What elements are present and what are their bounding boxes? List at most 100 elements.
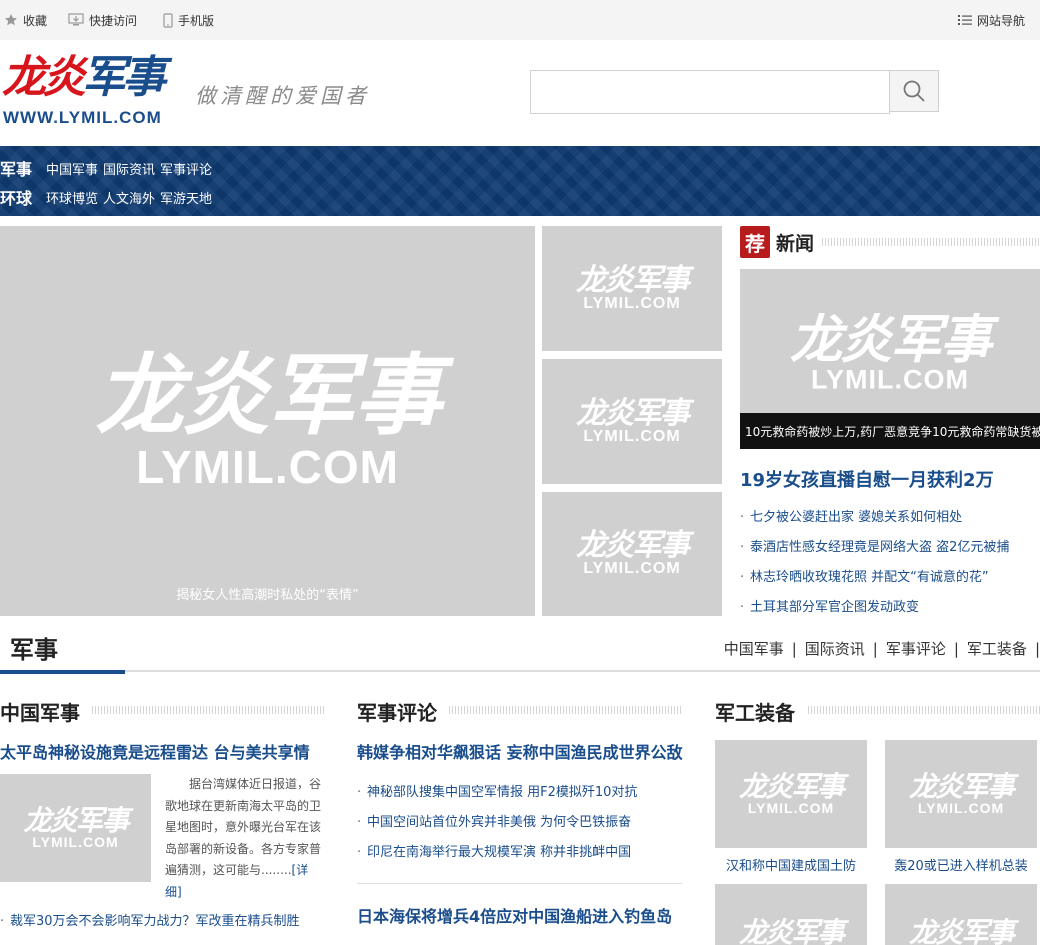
category-nav: 军事 中国军事 国际资讯 军事评论 环球 环球博览 人文海外 军游天地 — [0, 146, 1040, 216]
equipment-image[interactable]: 龙炎军事 — [885, 884, 1037, 945]
title-dotted-line — [808, 706, 1040, 714]
watermark: 龙炎军事 LYMIL.COM — [885, 770, 1037, 816]
equipment-caption[interactable]: 轰20或已进入样机总装 — [885, 855, 1037, 874]
section-link[interactable]: 军工装备 — [967, 640, 1027, 658]
section-accent — [0, 670, 125, 674]
recommend-badge: 荐 — [740, 226, 770, 258]
nav-link[interactable]: 中国军事 — [46, 159, 98, 178]
col2-headline-2[interactable]: 日本海保将增兵4倍应对中国渔船进入钓鱼岛 — [357, 903, 672, 927]
separator: | — [791, 640, 797, 658]
search-input[interactable] — [530, 70, 890, 114]
nav-link[interactable]: 国际资讯 — [103, 159, 155, 178]
star-icon — [5, 14, 17, 26]
news-image[interactable]: 龙炎军事 LYMIL.COM 10元救命药被炒上万,药厂恶意竞争10元救命药常缺货… — [740, 269, 1040, 449]
section-link[interactable]: 国际资讯 — [805, 640, 865, 658]
news-item[interactable]: 土耳其部分军官企图发动政变 — [740, 596, 919, 615]
nav-link[interactable]: 军事评论 — [160, 159, 212, 178]
watermark-en: LYMIL.COM — [583, 427, 681, 445]
watermark-en: LYMIL.COM — [747, 800, 835, 816]
news-item[interactable]: 七夕被公婆赶出家 婆媳关系如何相处 — [740, 506, 962, 525]
title-dotted-line — [449, 706, 682, 714]
news-headline[interactable]: 19岁女孩直播自慰一月获利2万 — [740, 466, 994, 492]
watermark: 龙炎军事 LYMIL.COM — [715, 770, 867, 816]
feature-image[interactable]: 龙炎军事 LYMIL.COM 揭秘女人性高潮时私处的“表情” — [0, 226, 535, 616]
col-title-equipment: 军工装备 — [715, 701, 795, 725]
col-title-china-military: 中国军事 — [0, 701, 80, 725]
slogan: 做清醒的爱国者 — [195, 84, 370, 108]
favorite-link[interactable]: 收藏 — [4, 12, 47, 28]
nav-link[interactable]: 军游天地 — [160, 188, 212, 207]
watermark-en: LYMIL.COM — [583, 294, 681, 312]
watermark-en: LYMIL.COM — [583, 560, 681, 577]
top-bar: 收藏 快捷访问 手机版 网站导航 — [0, 0, 1040, 40]
watermark: 龙炎军事 — [885, 915, 1037, 945]
col1-headline[interactable]: 太平岛神秘设施竟是远程雷达 台与美共享情 — [0, 739, 310, 763]
watermark: 龙炎军事 LYMIL.COM — [0, 807, 151, 850]
thumb-image[interactable]: 龙炎军事 LYMIL.COM — [542, 492, 722, 616]
thumb-image[interactable]: 龙炎军事 LYMIL.COM — [542, 359, 722, 484]
section-link[interactable]: 中国军事 — [724, 640, 784, 658]
col2-divider — [357, 883, 682, 884]
quick-access-link[interactable]: 快捷访问 — [68, 12, 137, 28]
watermark: 龙炎军事 LYMIL.COM — [542, 262, 722, 312]
col1-image[interactable]: 龙炎军事 LYMIL.COM — [0, 774, 151, 882]
col2-item[interactable]: 中国空间站首位外宾并非美俄 为何令巴铁振奋 — [357, 811, 631, 830]
mobile-label: 手机版 — [178, 13, 215, 28]
nav-link[interactable]: 环球博览 — [46, 188, 98, 207]
separator: | — [953, 640, 959, 658]
watermark-cn: 龙炎军事 — [576, 395, 690, 431]
watermark-en: LYMIL.COM — [917, 800, 1005, 816]
watermark-cn: 龙炎军事 — [576, 262, 690, 298]
watermark: 龙炎军事 — [715, 915, 867, 945]
site-nav-link[interactable]: 网站导航 — [958, 12, 1025, 28]
mobile-link[interactable]: 手机版 — [163, 12, 214, 28]
summary-text: 据台湾媒体近日报道，谷歌地球在更新南海太平岛的卫星地图时，意外曝光台军在该岛部署… — [165, 777, 322, 877]
news-item[interactable]: 林志玲晒收玫瑰花照 并配文“有诚意的花” — [740, 566, 989, 585]
watermark-en: LYMIL.COM — [136, 441, 399, 493]
section-link[interactable]: 军事评论 — [886, 640, 946, 658]
watermark: 龙炎军事 LYMIL.COM — [542, 531, 722, 577]
watermark-en: LYMIL.COM — [810, 364, 969, 395]
nav-row-global: 环球 环球博览 人文海外 军游天地 — [0, 185, 217, 209]
watermark-cn: 龙炎军事 — [908, 915, 1015, 945]
equipment-image[interactable]: 龙炎军事 LYMIL.COM — [715, 740, 867, 848]
watermark-cn: 龙炎军事 — [738, 770, 845, 803]
logo-red: 龙炎 — [2, 52, 86, 103]
equipment-image[interactable]: 龙炎军事 LYMIL.COM — [885, 740, 1037, 848]
col1-item[interactable]: 裁军30万会不会影响军力战力？军改重在精兵制胜 — [0, 910, 300, 929]
site-logo[interactable]: 龙炎军事 WWW.LYMIL.COM — [0, 48, 200, 132]
list-icon — [958, 15, 972, 25]
news-title: 新闻 — [776, 233, 815, 255]
watermark-cn: 龙炎军事 — [95, 344, 441, 447]
thumb-image[interactable]: 龙炎军事 LYMIL.COM — [542, 226, 722, 351]
watermark-cn: 龙炎军事 — [738, 915, 845, 945]
logo-text: 龙炎军事 — [2, 48, 166, 108]
equipment-caption[interactable]: 汉和称中国建成国土防 — [715, 855, 867, 874]
watermark: 龙炎军事 LYMIL.COM — [542, 395, 722, 445]
favorite-label: 收藏 — [23, 13, 48, 28]
logo-blue: 军事 — [82, 52, 166, 103]
nav-category[interactable]: 军事 — [0, 156, 46, 180]
nav-row-military: 军事 中国军事 国际资讯 军事评论 — [0, 156, 217, 180]
search-button[interactable] — [889, 70, 939, 112]
col2-item[interactable]: 神秘部队搜集中国空军情报 用F2模拟歼10对抗 — [357, 781, 637, 800]
separator: | — [1034, 640, 1040, 658]
search-icon — [903, 80, 925, 102]
watermark-cn: 龙炎军事 — [908, 770, 1015, 803]
feature-caption[interactable]: 揭秘女人性高潮时私处的“表情” — [0, 584, 535, 603]
quick-access-label: 快捷访问 — [89, 13, 138, 28]
news-image-caption[interactable]: 10元救命药被炒上万,药厂恶意竞争10元救命药常缺货被 — [745, 423, 1040, 440]
nav-link[interactable]: 人文海外 — [103, 188, 155, 207]
section-title: 军事 — [10, 636, 58, 664]
col-title-commentary: 军事评论 — [357, 701, 437, 725]
col2-item[interactable]: 印尼在南海举行最大规模军演 称并非挑衅中国 — [357, 841, 631, 860]
nav-category[interactable]: 环球 — [0, 185, 46, 209]
separator: | — [872, 640, 878, 658]
watermark-cn: 龙炎军事 — [576, 528, 690, 563]
watermark: 龙炎军事 LYMIL.COM — [740, 314, 1040, 393]
news-item[interactable]: 泰酒店性感女经理竟是网络大盗 盗2亿元被捕 — [740, 536, 1009, 555]
site-nav-label: 网站导航 — [977, 13, 1026, 28]
equipment-image[interactable]: 龙炎军事 — [715, 884, 867, 945]
col2-headline[interactable]: 韩媒争相对华飙狠话 妄称中国渔民成世界公敌 — [357, 739, 683, 763]
title-dotted-line — [822, 238, 1040, 246]
